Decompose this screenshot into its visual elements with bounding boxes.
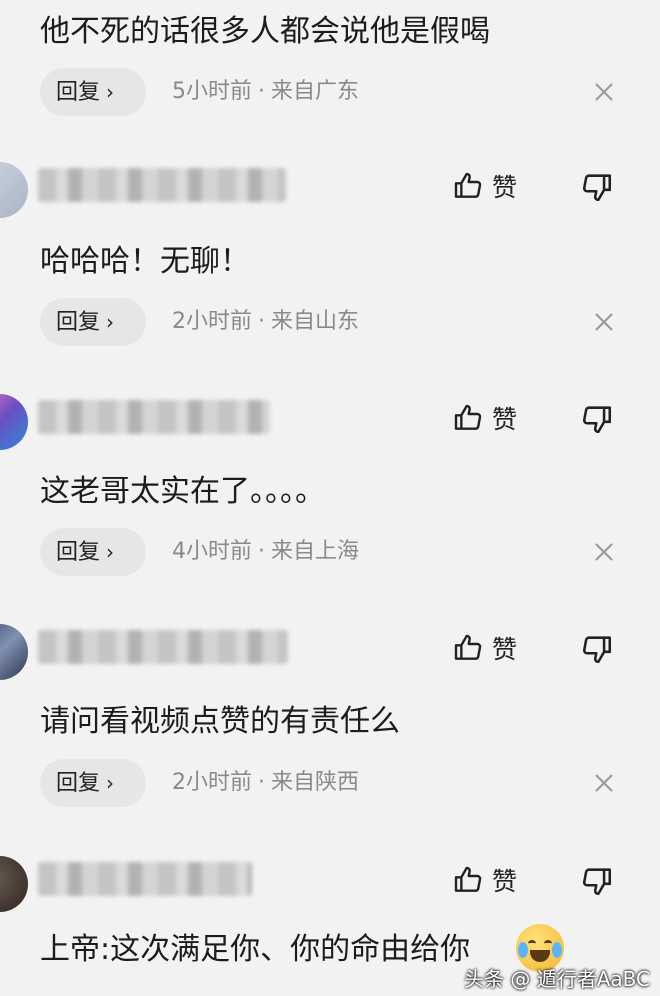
like-button[interactable]: 赞 bbox=[452, 630, 517, 666]
like-label: 赞 bbox=[492, 173, 518, 202]
username-blurred[interactable] bbox=[38, 168, 286, 202]
meta-info: 5小时前 · 来自广东 bbox=[172, 68, 359, 116]
comment-location: 来自陕西 bbox=[271, 770, 360, 795]
comment-location: 来自上海 bbox=[271, 539, 360, 564]
thumbs-up-icon bbox=[454, 172, 482, 198]
separator: · bbox=[258, 79, 265, 104]
avatar[interactable] bbox=[0, 624, 28, 680]
comment-text: 上帝:这次满足你、你的命由给你 bbox=[40, 932, 471, 967]
meta-info: 4小时前 · 来自上海 bbox=[172, 528, 359, 576]
comment-time: 2小时前 bbox=[172, 770, 252, 795]
comment-meta: 回复 › 4小时前 · 来自上海 bbox=[40, 528, 624, 578]
thumbs-down-icon[interactable] bbox=[580, 170, 614, 204]
comment-text: 哈哈哈！无聊！ bbox=[40, 244, 250, 279]
thumbs-down-icon[interactable] bbox=[580, 402, 614, 436]
comment-header: 赞 bbox=[0, 162, 660, 242]
comment-header: 赞 bbox=[0, 856, 660, 936]
comment-text: 这老哥太实在了。。。。 bbox=[40, 474, 325, 509]
reply-label: 回复 bbox=[56, 540, 101, 565]
comment-time: 2小时前 bbox=[172, 309, 252, 334]
comment-time: 5小时前 bbox=[172, 79, 252, 104]
close-icon[interactable] bbox=[592, 540, 616, 564]
watermark: 头条 @ 遁行者AaBC bbox=[464, 967, 650, 991]
like-label: 赞 bbox=[492, 635, 518, 664]
username-blurred[interactable] bbox=[38, 630, 288, 664]
chevron-right-icon: › bbox=[106, 80, 115, 104]
avatar[interactable] bbox=[0, 162, 28, 218]
like-label: 赞 bbox=[492, 405, 518, 434]
reply-button[interactable]: 回复 › bbox=[40, 759, 146, 807]
comment-text: 请问看视频点赞的有责任么 bbox=[40, 704, 400, 739]
chevron-right-icon: › bbox=[106, 310, 115, 334]
thumbs-down-icon[interactable] bbox=[580, 864, 614, 898]
thumbs-down-icon[interactable] bbox=[580, 632, 614, 666]
like-button[interactable]: 赞 bbox=[452, 862, 517, 898]
reply-label: 回复 bbox=[56, 771, 101, 796]
separator: · bbox=[258, 770, 265, 795]
reply-button[interactable]: 回复 › bbox=[40, 68, 146, 116]
comment-meta: 回复 › 5小时前 · 来自广东 bbox=[40, 68, 624, 118]
comment-meta: 回复 › 2小时前 · 来自山东 bbox=[40, 298, 624, 348]
close-icon[interactable] bbox=[592, 310, 616, 334]
like-button[interactable]: 赞 bbox=[452, 168, 517, 204]
meta-info: 2小时前 · 来自山东 bbox=[172, 298, 359, 346]
comment-time: 4小时前 bbox=[172, 539, 252, 564]
reply-button[interactable]: 回复 › bbox=[40, 298, 146, 346]
thumbs-up-icon bbox=[454, 634, 482, 660]
reply-button[interactable]: 回复 › bbox=[40, 528, 146, 576]
chevron-right-icon: › bbox=[106, 540, 115, 564]
avatar[interactable] bbox=[0, 856, 28, 912]
comment-location: 来自山东 bbox=[271, 309, 360, 334]
comment-meta: 回复 › 2小时前 · 来自陕西 bbox=[40, 759, 624, 809]
separator: · bbox=[258, 539, 265, 564]
username-blurred[interactable] bbox=[38, 862, 252, 896]
meta-info: 2小时前 · 来自陕西 bbox=[172, 759, 359, 807]
comment-text: 他不死的话很多人都会说他是假喝 bbox=[40, 14, 490, 49]
thumbs-up-icon bbox=[454, 866, 482, 892]
comment-header: 赞 bbox=[0, 394, 660, 474]
separator: · bbox=[258, 309, 265, 334]
comment-header: 赞 bbox=[0, 624, 660, 704]
chevron-right-icon: › bbox=[106, 771, 115, 795]
close-icon[interactable] bbox=[592, 80, 616, 104]
comment-location: 来自广东 bbox=[271, 79, 360, 104]
reply-label: 回复 bbox=[56, 80, 101, 105]
thumbs-up-icon bbox=[454, 404, 482, 430]
like-label: 赞 bbox=[492, 867, 518, 896]
avatar[interactable] bbox=[0, 394, 28, 450]
close-icon[interactable] bbox=[592, 771, 616, 795]
username-blurred[interactable] bbox=[38, 400, 270, 434]
reply-label: 回复 bbox=[56, 310, 101, 335]
like-button[interactable]: 赞 bbox=[452, 400, 517, 436]
